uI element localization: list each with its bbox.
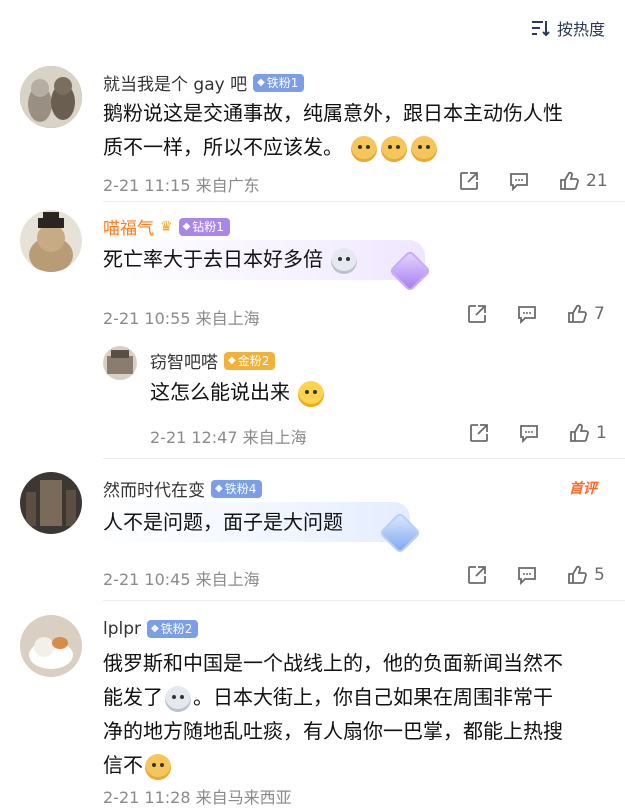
fan-badge: ◆ 铁粉4 — [211, 479, 263, 498]
comment-time: 2-21 10:45 — [103, 570, 191, 589]
comment-icon — [518, 306, 536, 325]
laughing-emoji-icon — [298, 380, 325, 407]
comment-text: 人不是问题，面子是大问题 — [103, 510, 343, 534]
diamond-icon: ◆ — [257, 76, 265, 88]
doge-emoji-icon — [351, 135, 378, 162]
fan-badge: ◆ 铁粉2 — [147, 620, 199, 638]
husky-emoji-icon — [331, 247, 358, 274]
doge-emoji-icon — [381, 135, 408, 162]
reply-avatar[interactable] — [103, 346, 137, 380]
share-icon — [468, 566, 486, 584]
comment-text-line: 质不一样，所以不应该发。 — [103, 135, 343, 159]
username[interactable]: 就当我是个 gay 吧 — [103, 70, 247, 95]
like-button[interactable]: 5 — [566, 564, 605, 586]
comment-time: 2-21 10:55 — [103, 309, 191, 328]
like-button[interactable]: 7 — [566, 303, 605, 325]
divider — [103, 201, 625, 202]
sort-label: 按热度 — [556, 20, 605, 39]
reply-button[interactable] — [516, 303, 538, 325]
comment-text-line: 信不 — [103, 753, 143, 777]
reply-time: 2-21 12:47 — [150, 428, 238, 447]
share-icon — [460, 172, 478, 190]
fan-badge: ◆ 铁粉1 — [253, 73, 305, 92]
share-icon — [470, 424, 488, 442]
comment-text-line: 净的地方随地乱吐痰，有人扇你一巴掌，都能上热搜 — [103, 719, 563, 743]
share-button[interactable] — [468, 422, 490, 444]
like-count: 1 — [596, 423, 607, 443]
crown-icon: ♛ — [160, 218, 173, 235]
diamond-icon: ◆ — [151, 623, 159, 634]
divider — [103, 458, 625, 459]
reply-username[interactable]: 窃智吧嗒 — [150, 348, 218, 373]
fan-badge: ◆ 金粉2 — [224, 351, 276, 370]
comment-icon — [520, 425, 538, 444]
sort-by-hot-button[interactable]: 按热度 — [531, 16, 605, 40]
doge-emoji-icon — [411, 135, 438, 162]
reply-text: 这怎么能说出来 — [150, 380, 290, 404]
thumbs-up-icon — [570, 423, 589, 442]
divider — [103, 600, 625, 601]
comment-icon — [518, 567, 536, 586]
comment-location: 来自广东 — [195, 176, 260, 195]
avatar[interactable] — [20, 615, 82, 677]
avatar[interactable] — [20, 66, 82, 128]
username[interactable]: 然而时代在变 — [103, 476, 205, 501]
comment-time: 2-21 11:15 — [103, 176, 191, 195]
diamond-icon: ◆ — [182, 220, 191, 232]
thumbs-up-icon — [560, 171, 579, 190]
username[interactable]: 喵福气 — [103, 214, 154, 239]
like-count: 5 — [594, 565, 605, 585]
diamond-icon: ◆ — [228, 354, 236, 366]
comment-text-line: 俄罗斯和中国是一个战线上的，他的负面新闻当然不 — [103, 651, 563, 675]
comment-text-line: 鹅粉说这是交通事故，纯属意外，跟日本主动伤人性 — [103, 101, 563, 125]
share-button[interactable] — [466, 564, 488, 586]
like-button[interactable]: 21 — [558, 170, 608, 192]
first-comment-tag: 首评 — [569, 481, 597, 497]
sort-icon — [531, 21, 550, 37]
reply-location: 来自上海 — [242, 428, 307, 447]
husky-emoji-icon — [165, 685, 191, 712]
fan-badge: ◆ 钻粉1 — [178, 217, 230, 236]
comment-text-line: 。日本大街上，你自己如果在周围非常干 — [193, 685, 553, 709]
reply-button[interactable] — [516, 564, 538, 586]
share-icon — [468, 305, 486, 323]
comment-location: 来自上海 — [195, 570, 260, 589]
like-button[interactable]: 1 — [568, 422, 607, 444]
comment-icon — [510, 173, 528, 192]
doge-emoji-icon — [145, 753, 171, 780]
comment-location: 来自马来西亚 — [195, 788, 292, 807]
comment-text-line: 能发了 — [103, 685, 163, 709]
thumbs-up-icon — [568, 304, 587, 323]
like-count: 21 — [586, 171, 608, 191]
share-button[interactable] — [458, 170, 480, 192]
like-count: 7 — [594, 304, 605, 324]
share-button[interactable] — [466, 303, 488, 325]
avatar[interactable] — [20, 210, 82, 272]
comment-location: 来自上海 — [195, 309, 260, 328]
avatar[interactable] — [20, 472, 82, 534]
thumbs-up-icon — [568, 565, 587, 584]
comment-text: 死亡率大于去日本好多倍 — [103, 247, 323, 271]
username[interactable]: lplpr — [103, 619, 141, 639]
reply-button[interactable] — [508, 170, 530, 192]
reply-button[interactable] — [518, 422, 540, 444]
diamond-icon: ◆ — [215, 482, 223, 494]
comment-time: 2-21 11:28 — [103, 788, 191, 807]
